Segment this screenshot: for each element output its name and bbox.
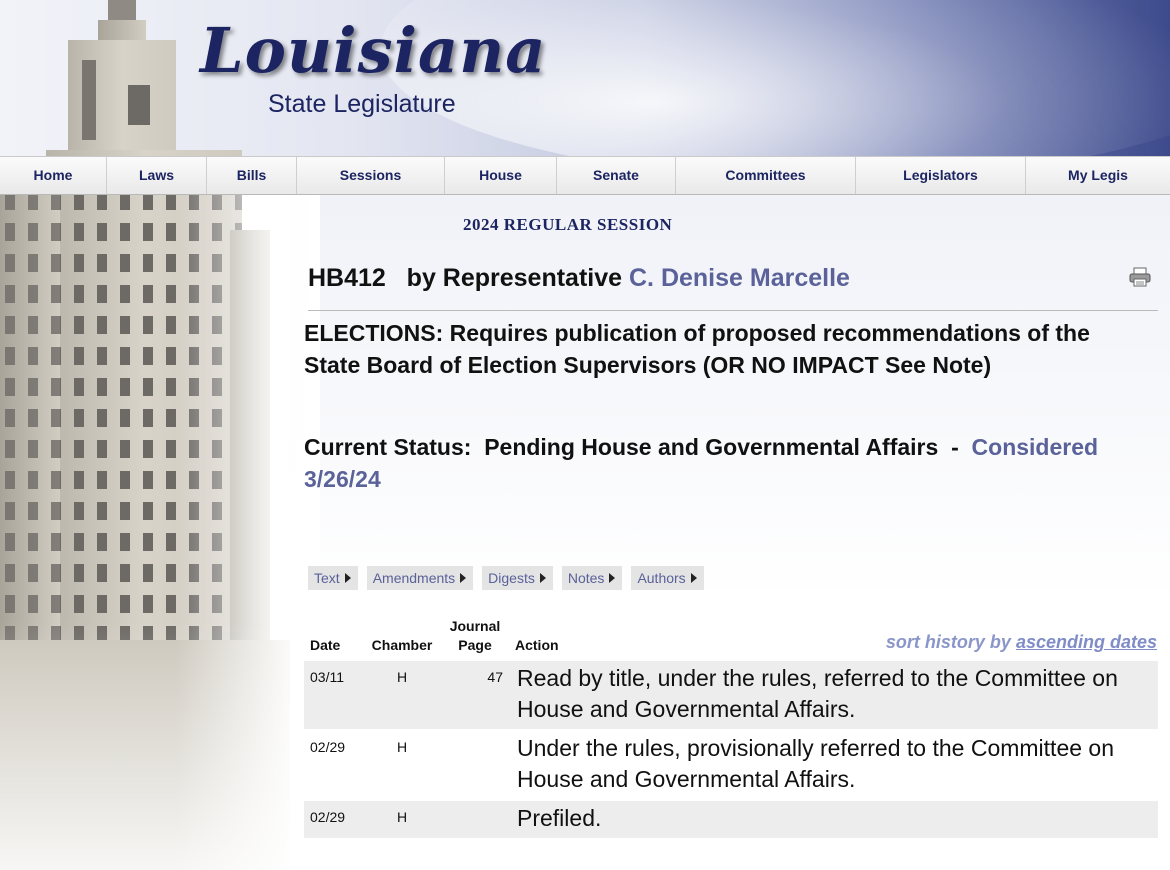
tab-label: Digests	[488, 570, 535, 586]
tab-label: Amendments	[372, 570, 456, 586]
bill-title: ELECTIONS: Requires publication of propo…	[304, 320, 1090, 378]
nav-committees[interactable]: Committees	[676, 157, 856, 194]
tab-amendments[interactable]: Amendments	[366, 566, 474, 590]
triangle-right-icon	[539, 573, 546, 583]
nav-home[interactable]: Home	[0, 157, 107, 194]
row-date: 02/29	[304, 730, 363, 801]
triangle-right-icon	[460, 573, 467, 583]
status-label: Current Status:	[304, 434, 472, 460]
tab-label: Notes	[567, 570, 605, 586]
site-logo-subtitle: State Legislature	[268, 90, 456, 118]
nav-sessions[interactable]: Sessions	[297, 157, 445, 194]
nav-my-legis[interactable]: My Legis	[1026, 157, 1170, 194]
row-chamber: H	[363, 730, 441, 801]
sort-history-control: sort history by ascending dates	[886, 632, 1157, 653]
col-page-label: Page	[458, 637, 492, 653]
nav-house[interactable]: House	[445, 157, 557, 194]
triangle-right-icon	[344, 573, 351, 583]
row-chamber: H	[363, 661, 441, 731]
document-tabs: Text Amendments Digests Notes Authors	[308, 566, 704, 590]
row-date: 02/29	[304, 800, 363, 840]
sort-history-label: sort history by	[885, 632, 1011, 652]
tab-label: Text	[314, 570, 340, 586]
heading-divider	[308, 310, 1158, 311]
bill-heading: HB412 by Representative C. Denise Marcel…	[308, 264, 850, 293]
bill-author-link[interactable]: C. Denise Marcelle	[629, 264, 850, 292]
status-text: Pending House and Governmental Affairs	[484, 434, 939, 460]
row-journal-page	[441, 800, 509, 840]
building-fade-bottom	[0, 620, 320, 870]
history-row: 03/11 H 47 Read by title, under the rule…	[304, 661, 1158, 731]
col-chamber-header: Chamber	[371, 637, 433, 653]
building-fade	[0, 156, 320, 870]
site-logo[interactable]: Louisiana	[200, 14, 546, 87]
nav-bills[interactable]: Bills	[207, 157, 297, 194]
bill-by-label: by Representative	[406, 264, 623, 292]
col-date-header: Date	[310, 637, 341, 653]
row-action: Under the rules, provisionally referred …	[509, 730, 1158, 801]
nav-senate[interactable]: Senate	[557, 157, 676, 194]
row-action: Read by title, under the rules, referred…	[509, 661, 1158, 731]
sort-ascending-link[interactable]: ascending dates	[1016, 632, 1157, 652]
nav-laws[interactable]: Laws	[107, 157, 207, 194]
session-title: 2024 REGULAR SESSION	[463, 215, 673, 234]
bill-number: HB412	[308, 264, 386, 292]
col-journal-page-header: Journal Page	[441, 617, 509, 661]
triangle-right-icon	[690, 573, 697, 583]
tab-authors[interactable]: Authors	[631, 566, 704, 590]
status-separator: -	[951, 434, 959, 460]
printer-icon[interactable]	[1129, 267, 1151, 287]
col-journal-label: Journal	[449, 618, 501, 634]
tab-notes[interactable]: Notes	[561, 566, 623, 590]
triangle-right-icon	[609, 573, 616, 583]
row-date: 03/11	[304, 661, 363, 731]
bill-status: Current Status: Pending House and Govern…	[304, 431, 1144, 495]
history-row: 02/29 H Prefiled.	[304, 800, 1158, 840]
tab-text[interactable]: Text	[308, 566, 358, 590]
main-nav: Home Laws Bills Sessions House Senate Co…	[0, 156, 1170, 195]
tab-label: Authors	[637, 570, 686, 586]
history-row: 02/29 H Under the rules, provisionally r…	[304, 730, 1158, 801]
row-chamber: H	[363, 800, 441, 840]
header-banner: Louisiana State Legislature	[0, 0, 1170, 156]
row-journal-page	[441, 730, 509, 801]
nav-legislators[interactable]: Legislators	[856, 157, 1026, 194]
row-journal-page: 47	[441, 661, 509, 731]
row-action: Prefiled.	[509, 800, 1158, 840]
tab-digests[interactable]: Digests	[482, 566, 553, 590]
